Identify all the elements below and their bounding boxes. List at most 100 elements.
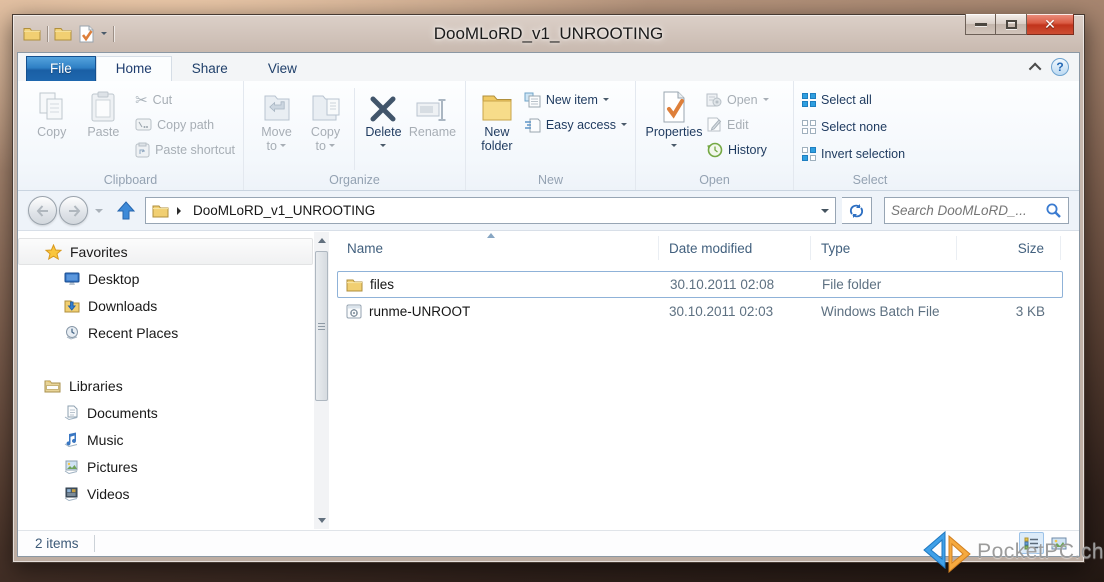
sidebar-item-recent-places[interactable]: Recent Places [18, 319, 331, 346]
search-box[interactable] [884, 197, 1069, 224]
tab-share[interactable]: Share [172, 56, 248, 81]
breadcrumb-chevron-icon[interactable] [177, 207, 185, 215]
qat-dropdown-icon[interactable] [101, 32, 107, 38]
file-row-runme-unroot[interactable]: runme-UNROOT 30.10.2011 02:03 Windows Ba… [337, 298, 1063, 325]
explorer-window: DooMLoRD_v1_UNROOTING ✕ File Home Share … [12, 14, 1085, 563]
back-icon [36, 205, 50, 217]
ribbon-group-open: Properties Open [636, 81, 794, 190]
sidebar-item-documents[interactable]: Documents [18, 399, 331, 426]
ribbon-group-select: Select all Select none Invert selection … [794, 81, 946, 190]
rename-button[interactable]: Rename [408, 86, 457, 139]
minimize-ribbon-icon[interactable] [1029, 62, 1042, 75]
tab-view[interactable]: View [248, 56, 317, 81]
invert-selection-button[interactable]: Invert selection [802, 143, 905, 164]
invert-selection-icon [802, 147, 816, 161]
maximize-button[interactable] [996, 14, 1027, 35]
main-area: Favorites Desktop Downloads [18, 231, 1079, 530]
file-date: 30.10.2011 02:08 [660, 277, 812, 292]
pictures-icon [64, 459, 79, 474]
search-icon[interactable] [1045, 202, 1062, 219]
sidebar-item-pictures[interactable]: Pictures [18, 453, 331, 480]
easy-access-label: Easy access [546, 118, 616, 132]
move-to-icon [261, 87, 293, 125]
new-group-label: New [466, 173, 635, 187]
edit-button[interactable]: Edit [706, 114, 769, 135]
qat-properties-icon[interactable] [78, 25, 95, 43]
ribbon-group-clipboard: Copy Paste ✂ Cut [18, 81, 244, 190]
scroll-up-icon[interactable] [314, 232, 329, 247]
up-button[interactable] [113, 198, 139, 224]
client-area: File Home Share View ? Copy [17, 52, 1080, 557]
copy-button[interactable]: Copy [26, 86, 78, 139]
move-to-button[interactable]: Move to [252, 86, 301, 153]
properties-button[interactable]: Properties [644, 86, 704, 153]
sidebar-item-favorites[interactable]: Favorites [18, 238, 313, 265]
open-caret [763, 98, 769, 104]
scrollbar-track[interactable] [314, 247, 329, 514]
rename-icon [415, 87, 449, 125]
new-item-button[interactable]: New item [524, 89, 627, 110]
select-none-button[interactable]: Select none [802, 116, 905, 137]
delete-button[interactable]: Delete [359, 86, 408, 153]
scroll-down-icon[interactable] [314, 514, 329, 529]
properties-label: Properties [646, 125, 703, 153]
cut-label: Cut [153, 93, 172, 107]
copy-path-button[interactable]: Copy path [135, 114, 235, 135]
sidebar-scrollbar[interactable] [314, 232, 329, 529]
folder-icon [346, 278, 363, 292]
help-icon[interactable]: ? [1051, 58, 1069, 76]
refresh-button[interactable] [842, 197, 872, 224]
select-all-button[interactable]: Select all [802, 89, 905, 110]
breadcrumb-path[interactable]: DooMLoRD_v1_UNROOTING [193, 203, 375, 218]
new-folder-icon [480, 87, 514, 125]
sidebar-item-videos[interactable]: Videos [18, 480, 331, 507]
qat-folder-icon[interactable] [54, 26, 72, 41]
close-button[interactable]: ✕ [1027, 14, 1074, 35]
favorites-star-icon [45, 244, 62, 260]
paste-icon [90, 87, 116, 125]
cut-button[interactable]: ✂ Cut [135, 89, 235, 110]
copy-label: Copy [37, 125, 66, 139]
desktop-icon [64, 272, 80, 286]
rename-label: Rename [409, 125, 456, 139]
forward-icon [67, 205, 81, 217]
file-size: 3 KB [957, 304, 1061, 319]
file-type: Windows Batch File [811, 304, 957, 319]
paste-button[interactable]: Paste [78, 86, 130, 139]
breadcrumb-bar[interactable]: DooMLoRD_v1_UNROOTING [145, 197, 836, 224]
sidebar-item-downloads[interactable]: Downloads [18, 292, 331, 319]
breadcrumb-folder-icon [152, 204, 169, 218]
recent-locations-icon[interactable] [95, 209, 103, 217]
history-label: History [728, 143, 767, 157]
copy-to-button[interactable]: Copy to [301, 86, 350, 153]
properties-caret [671, 144, 677, 150]
new-folder-button[interactable]: Newfolder [474, 86, 520, 153]
file-list: Name Date modified Type Size files 30.10… [331, 231, 1079, 530]
copy-icon [37, 87, 67, 125]
back-button[interactable] [28, 196, 57, 225]
sidebar-item-desktop[interactable]: Desktop [18, 265, 331, 292]
tab-home[interactable]: Home [96, 56, 172, 81]
column-header-size[interactable]: Size [957, 236, 1061, 260]
file-row-files[interactable]: files 30.10.2011 02:08 File folder [337, 271, 1063, 298]
easy-access-caret [621, 123, 627, 129]
search-input[interactable] [891, 203, 1045, 218]
paste-shortcut-button[interactable]: Paste shortcut [135, 139, 235, 160]
open-button[interactable]: Open [706, 89, 769, 110]
column-header-type[interactable]: Type [811, 236, 957, 260]
copy-to-label: Copy to [311, 125, 340, 153]
easy-access-button[interactable]: Easy access [524, 114, 627, 135]
recent-places-icon [64, 325, 80, 340]
column-header-name[interactable]: Name [337, 236, 659, 260]
tab-file[interactable]: File [26, 56, 96, 81]
up-icon [117, 201, 135, 221]
sidebar-item-music[interactable]: Music [18, 426, 331, 453]
sidebar-item-libraries[interactable]: Libraries [18, 372, 331, 399]
history-button[interactable]: History [706, 139, 769, 160]
sort-ascending-icon [487, 231, 495, 238]
scrollbar-thumb[interactable] [315, 251, 328, 401]
address-dropdown-icon[interactable] [821, 209, 829, 217]
column-header-date-modified[interactable]: Date modified [659, 236, 811, 260]
forward-button[interactable] [59, 196, 88, 225]
minimize-button[interactable] [965, 14, 996, 35]
